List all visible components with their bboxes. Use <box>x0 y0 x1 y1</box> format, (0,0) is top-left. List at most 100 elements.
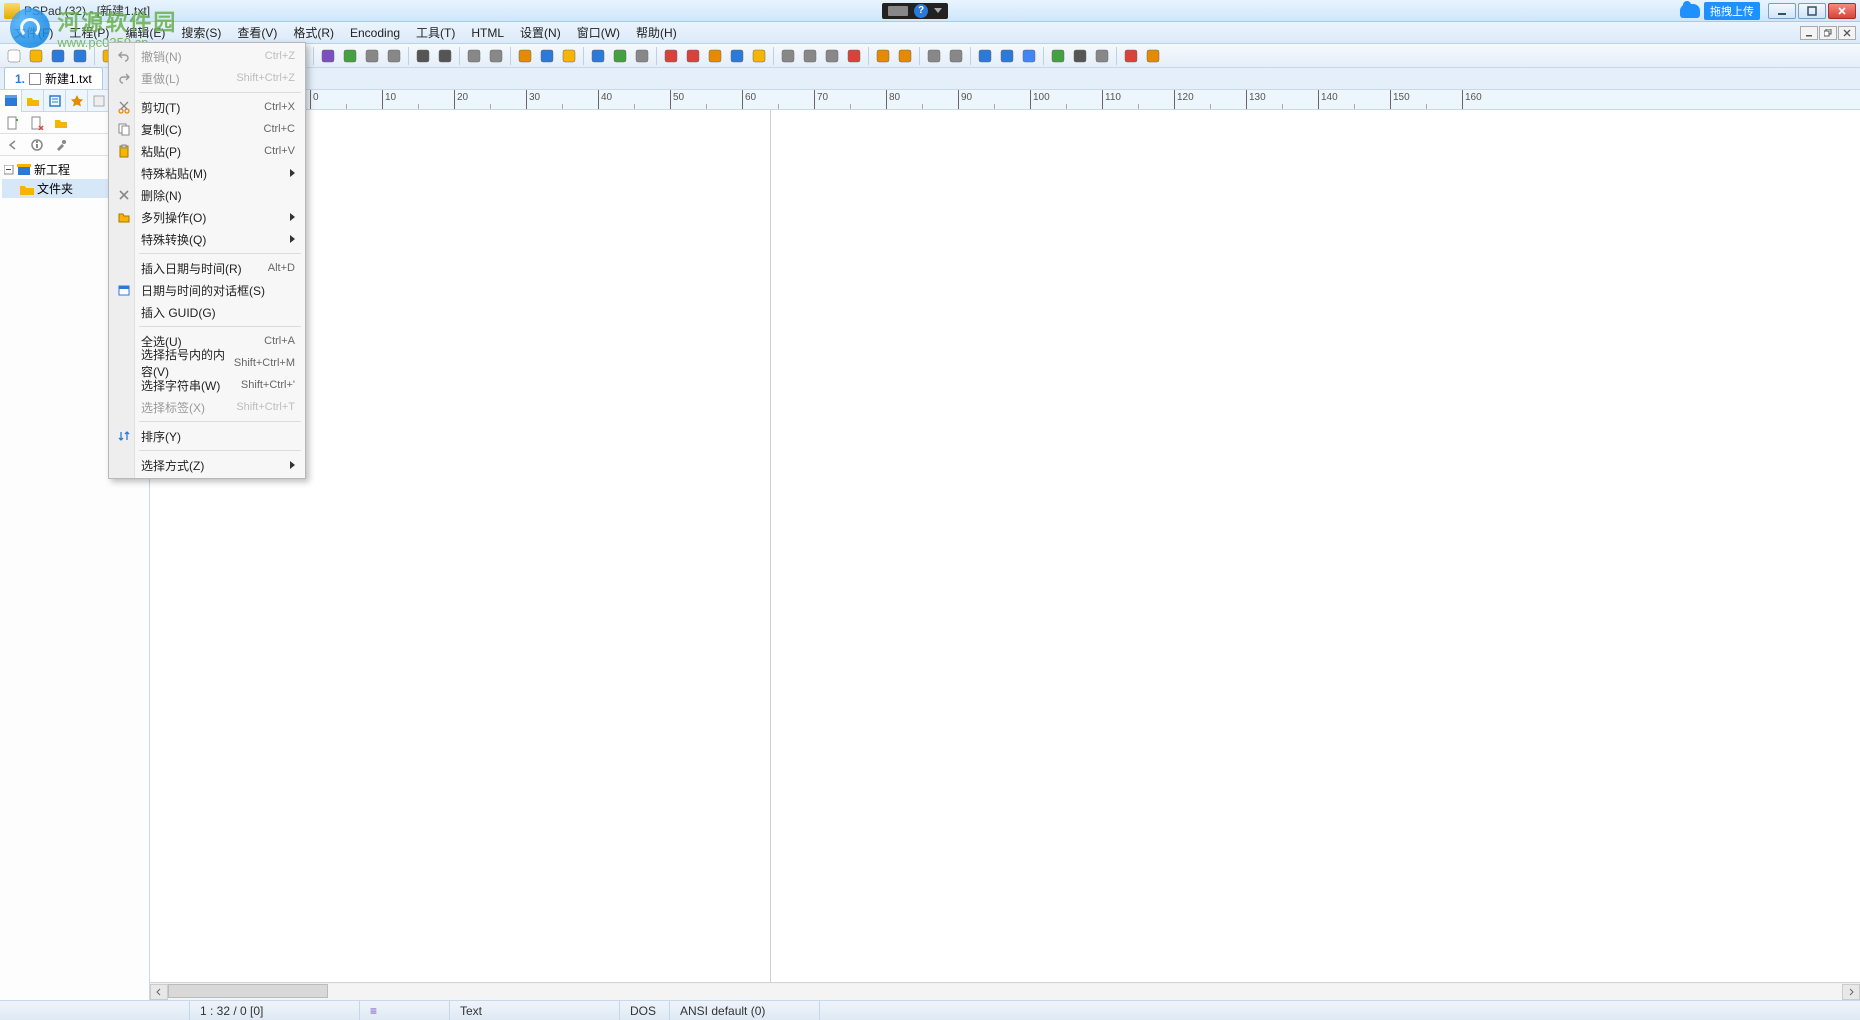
scroll-track[interactable] <box>168 984 1842 1000</box>
toolbar-google-button[interactable] <box>1019 46 1039 66</box>
help-icon[interactable]: ? <box>914 4 928 18</box>
toolbar-linenum-button[interactable] <box>384 46 404 66</box>
sidebar-info-icon[interactable] <box>28 136 46 154</box>
editor[interactable] <box>150 110 1860 982</box>
sidebar-tools-icon[interactable] <box>52 136 70 154</box>
toolbar-paste-button[interactable] <box>559 46 579 66</box>
toolbar-left-button[interactable] <box>778 46 798 66</box>
scroll-left-button[interactable] <box>150 984 168 1000</box>
toolbar-new-button[interactable] <box>4 46 24 66</box>
menuitem-20[interactable]: 排序(Y) <box>111 425 303 447</box>
folder-icon <box>20 183 34 195</box>
menu-html[interactable]: HTML <box>463 24 512 42</box>
toolbar-macro1-button[interactable] <box>661 46 681 66</box>
menuitem-3[interactable]: 剪切(T)Ctrl+X <box>111 96 303 118</box>
sidebar-tab-ftp[interactable] <box>44 90 66 112</box>
toolbar-wrap-button[interactable] <box>362 46 382 66</box>
menuitem-label: 重做(L) <box>141 70 236 87</box>
mdi-restore-button[interactable] <box>1819 26 1837 40</box>
sidebar-openfolder-icon[interactable] <box>52 114 70 132</box>
toolbar-macro2-button[interactable] <box>683 46 703 66</box>
toolbar-open-button[interactable] <box>26 46 46 66</box>
window-title: PSPad (32) - [新建1.txt] <box>24 2 150 19</box>
scroll-right-button[interactable] <box>1842 984 1860 1000</box>
toolbar-tag1-button[interactable] <box>924 46 944 66</box>
mdi-close-button[interactable] <box>1838 26 1856 40</box>
menuitem-16[interactable]: 选择括号内的内容(V)Shift+Ctrl+M <box>111 352 303 374</box>
menuitem-13[interactable]: 插入 GUID(G) <box>111 301 303 323</box>
toolbar-color-button[interactable] <box>844 46 864 66</box>
toolbar-copy-button[interactable] <box>537 46 557 66</box>
toolbar-syntax-button[interactable] <box>318 46 338 66</box>
menuitem-11[interactable]: 插入日期与时间(R)Alt+D <box>111 257 303 279</box>
toolbar-tag2-button[interactable] <box>946 46 966 66</box>
toolbar-cut-button[interactable] <box>515 46 535 66</box>
cloud-upload[interactable]: 拖拽上传 <box>1680 2 1760 20</box>
sidebar-tab-more[interactable] <box>88 90 110 112</box>
menu-project[interactable]: 工程(P) <box>61 22 117 43</box>
toolbar-run-button[interactable] <box>1048 46 1068 66</box>
menu-search[interactable]: 搜索(S) <box>173 22 229 43</box>
toolbar-html2-button[interactable] <box>895 46 915 66</box>
toolbar-center-button[interactable] <box>800 46 820 66</box>
toolbar-saveall-button[interactable] <box>70 46 90 66</box>
menu-format[interactable]: 格式(R) <box>285 22 342 43</box>
toolbar-sort-button[interactable] <box>632 46 652 66</box>
close-button[interactable] <box>1828 3 1856 19</box>
toolbar-ie-button[interactable] <box>997 46 1017 66</box>
toolbar-preview-button[interactable] <box>435 46 455 66</box>
menuitem-8[interactable]: 多列操作(O) <box>111 206 303 228</box>
sidebar-newfile-icon[interactable] <box>4 114 22 132</box>
toolbar-link-button[interactable] <box>727 46 747 66</box>
toolbar-print-button[interactable] <box>413 46 433 66</box>
toolbar-lock-button[interactable] <box>705 46 725 66</box>
toolbar-hex-button[interactable] <box>588 46 608 66</box>
dropdown-icon[interactable] <box>934 8 942 13</box>
menuitem-shortcut: Ctrl+A <box>264 335 295 347</box>
toolbar-term-button[interactable] <box>1070 46 1090 66</box>
maximize-button[interactable] <box>1798 3 1826 19</box>
menuitem-7[interactable]: 删除(N) <box>111 184 303 206</box>
toolbar-stop-button[interactable] <box>1143 46 1163 66</box>
toolbar-right-button[interactable] <box>822 46 842 66</box>
minimize-button[interactable] <box>1768 3 1796 19</box>
sidebar-tab-folder[interactable] <box>22 90 44 112</box>
toolbar-star-button[interactable] <box>749 46 769 66</box>
sidebar-back-icon[interactable] <box>4 136 22 154</box>
menu-tools[interactable]: 工具(T) <box>408 22 463 43</box>
menu-encoding[interactable]: Encoding <box>342 24 408 42</box>
menu-window[interactable]: 窗口(W) <box>569 22 628 43</box>
menuitem-9[interactable]: 特殊转换(Q) <box>111 228 303 250</box>
menuitem-22[interactable]: 选择方式(Z) <box>111 454 303 476</box>
menuitem-17[interactable]: 选择字符串(W)Shift+Ctrl+' <box>111 374 303 396</box>
menu-settings[interactable]: 设置(N) <box>512 22 569 43</box>
toolbar-calc-button[interactable] <box>1092 46 1112 66</box>
menuitem-5[interactable]: 粘贴(P)Ctrl+V <box>111 140 303 162</box>
sidebar-tab-project[interactable] <box>0 90 22 112</box>
sidebar-delfile-icon[interactable] <box>28 114 46 132</box>
toolbar-rec-button[interactable] <box>1121 46 1141 66</box>
scroll-thumb[interactable] <box>168 984 328 998</box>
toolbar-outdent-button[interactable] <box>486 46 506 66</box>
toolbar-html1-button[interactable] <box>873 46 893 66</box>
toolbar-diff-button[interactable] <box>610 46 630 66</box>
menuitem-label: 排序(Y) <box>141 428 295 445</box>
toolbar-save-button[interactable] <box>48 46 68 66</box>
toolbar-indent-button[interactable] <box>464 46 484 66</box>
menu-view[interactable]: 查看(V) <box>229 22 285 43</box>
menu-edit[interactable]: 编辑(E) <box>117 22 173 43</box>
mdi-minimize-button[interactable] <box>1800 26 1818 40</box>
titlebar-widget[interactable]: ? <box>882 3 948 19</box>
horizontal-scrollbar[interactable] <box>150 982 1860 1000</box>
menuitem-6[interactable]: 特殊粘贴(M) <box>111 162 303 184</box>
menu-help[interactable]: 帮助(H) <box>628 22 685 43</box>
sidebar-tab-fav[interactable] <box>66 90 88 112</box>
menuitem-4[interactable]: 复制(C)Ctrl+C <box>111 118 303 140</box>
menuitem-12[interactable]: 日期与时间的对话框(S) <box>111 279 303 301</box>
menu-file[interactable]: 文件(F) <box>6 22 61 43</box>
toolbar-browser-button[interactable] <box>975 46 995 66</box>
collapse-icon[interactable] <box>4 165 14 175</box>
toolbar-spell-button[interactable] <box>340 46 360 66</box>
file-tab[interactable]: 1. 新建1.txt <box>4 67 103 89</box>
tab-label: 新建1.txt <box>45 70 92 87</box>
